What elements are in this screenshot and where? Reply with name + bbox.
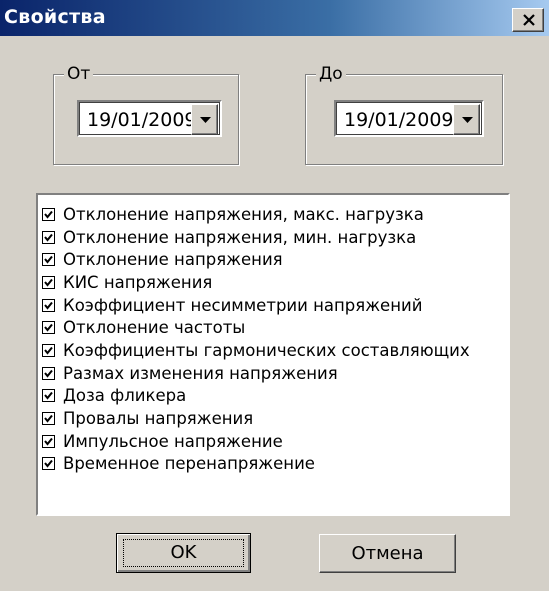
checkmark-icon <box>44 233 53 242</box>
checkbox[interactable] <box>42 253 55 267</box>
cancel-button[interactable]: Отмена <box>319 534 456 573</box>
checklist-item-label: Отклонение напряжения, мин. нагрузка <box>63 227 417 247</box>
checkmark-icon <box>44 278 53 287</box>
close-icon <box>523 14 535 26</box>
title-bar[interactable]: Свойства <box>0 0 549 36</box>
to-date-dropdown-button[interactable] <box>453 104 480 135</box>
from-date-dropdown[interactable]: 19/01/2009 <box>77 100 222 137</box>
window-title: Свойства <box>4 6 106 28</box>
cancel-button-label: Отмена <box>351 543 424 564</box>
chevron-down-icon <box>200 117 211 123</box>
chevron-down-icon <box>462 117 473 123</box>
checklist-item[interactable]: Отклонение напряжения, макс. нагрузка <box>42 203 470 226</box>
checklist-item[interactable]: Коэффициент несимметрии напряжений <box>42 294 470 317</box>
from-date-value: 19/01/2009 <box>87 109 197 131</box>
checkbox[interactable] <box>42 343 55 357</box>
from-date-dropdown-button[interactable] <box>191 104 218 135</box>
checkmark-icon <box>44 346 53 355</box>
checklist-item[interactable]: Размах изменения напряжения <box>42 362 470 385</box>
checkbox[interactable] <box>42 207 55 221</box>
checklist-item[interactable]: Коэффициенты гармонических составляющих <box>42 339 470 362</box>
checkmark-icon <box>44 414 53 423</box>
checklist-item[interactable]: Отклонение напряжения, мин. нагрузка <box>42 226 470 249</box>
checkbox[interactable] <box>42 434 55 448</box>
checkbox[interactable] <box>42 389 55 403</box>
checkbox[interactable] <box>42 457 55 471</box>
checklist-item-label: Размах изменения напряжения <box>63 363 338 383</box>
checkmark-icon <box>44 369 53 378</box>
checklist-item[interactable]: Временное перенапряжение <box>42 453 470 476</box>
checklist-item-label: Временное перенапряжение <box>63 454 315 474</box>
checklist-item-label: Импульсное напряжение <box>63 431 283 451</box>
to-date-value: 19/01/2009 <box>344 109 454 131</box>
checkmark-icon <box>44 437 53 446</box>
checklist-item-label: Коэффициент несимметрии напряжений <box>63 295 423 315</box>
checkmark-icon <box>44 301 53 310</box>
checkmark-icon <box>44 324 53 332</box>
from-group-label: От <box>64 64 94 84</box>
checkbox[interactable] <box>42 321 55 335</box>
checkmark-icon <box>44 460 53 468</box>
to-date-group: До 19/01/2009 <box>305 64 503 165</box>
checklist-item-label: Отклонение напряжения, макс. нагрузка <box>63 204 424 224</box>
properties-dialog: Свойства От 19/01/2009 До 19/01/2009 Отк… <box>0 0 549 591</box>
checklist-item[interactable]: Провалы напряжения <box>42 407 470 430</box>
to-group-label: До <box>316 64 346 84</box>
parameters-checklist[interactable]: Отклонение напряжения, макс. нагрузка Отк… <box>36 193 510 516</box>
checkbox[interactable] <box>42 366 55 380</box>
checkmark-icon <box>44 256 53 264</box>
checkmark-icon <box>44 210 53 219</box>
checklist-item-label: Провалы напряжения <box>63 409 254 429</box>
checklist-item-label: Отклонение напряжения <box>63 250 283 270</box>
checklist-item-label: Доза фликера <box>63 386 187 406</box>
checklist-item-label: Коэффициенты гармонических составляющих <box>63 340 470 360</box>
checkbox[interactable] <box>42 275 55 289</box>
close-button[interactable] <box>512 8 544 32</box>
checkmark-icon <box>44 392 53 400</box>
checklist-item-label: КИС напряжения <box>63 272 213 292</box>
checklist-item[interactable]: Отклонение частоты <box>42 316 470 339</box>
checklist-item[interactable]: Отклонение напряжения <box>42 248 470 271</box>
to-date-dropdown[interactable]: 19/01/2009 <box>334 100 484 137</box>
checklist-item[interactable]: Доза фликера <box>42 385 470 408</box>
checklist-items: Отклонение напряжения, макс. нагрузка Отк… <box>42 203 470 475</box>
checkbox[interactable] <box>42 412 55 426</box>
checkbox[interactable] <box>42 230 55 244</box>
checklist-item[interactable]: Импульсное напряжение <box>42 430 470 453</box>
checkbox[interactable] <box>42 298 55 312</box>
checklist-item[interactable]: КИС напряжения <box>42 271 470 294</box>
ok-button[interactable]: OK <box>116 533 251 573</box>
from-date-group: От 19/01/2009 <box>53 64 239 165</box>
checklist-item-label: Отклонение частоты <box>63 318 246 338</box>
ok-button-label: OK <box>170 542 197 563</box>
